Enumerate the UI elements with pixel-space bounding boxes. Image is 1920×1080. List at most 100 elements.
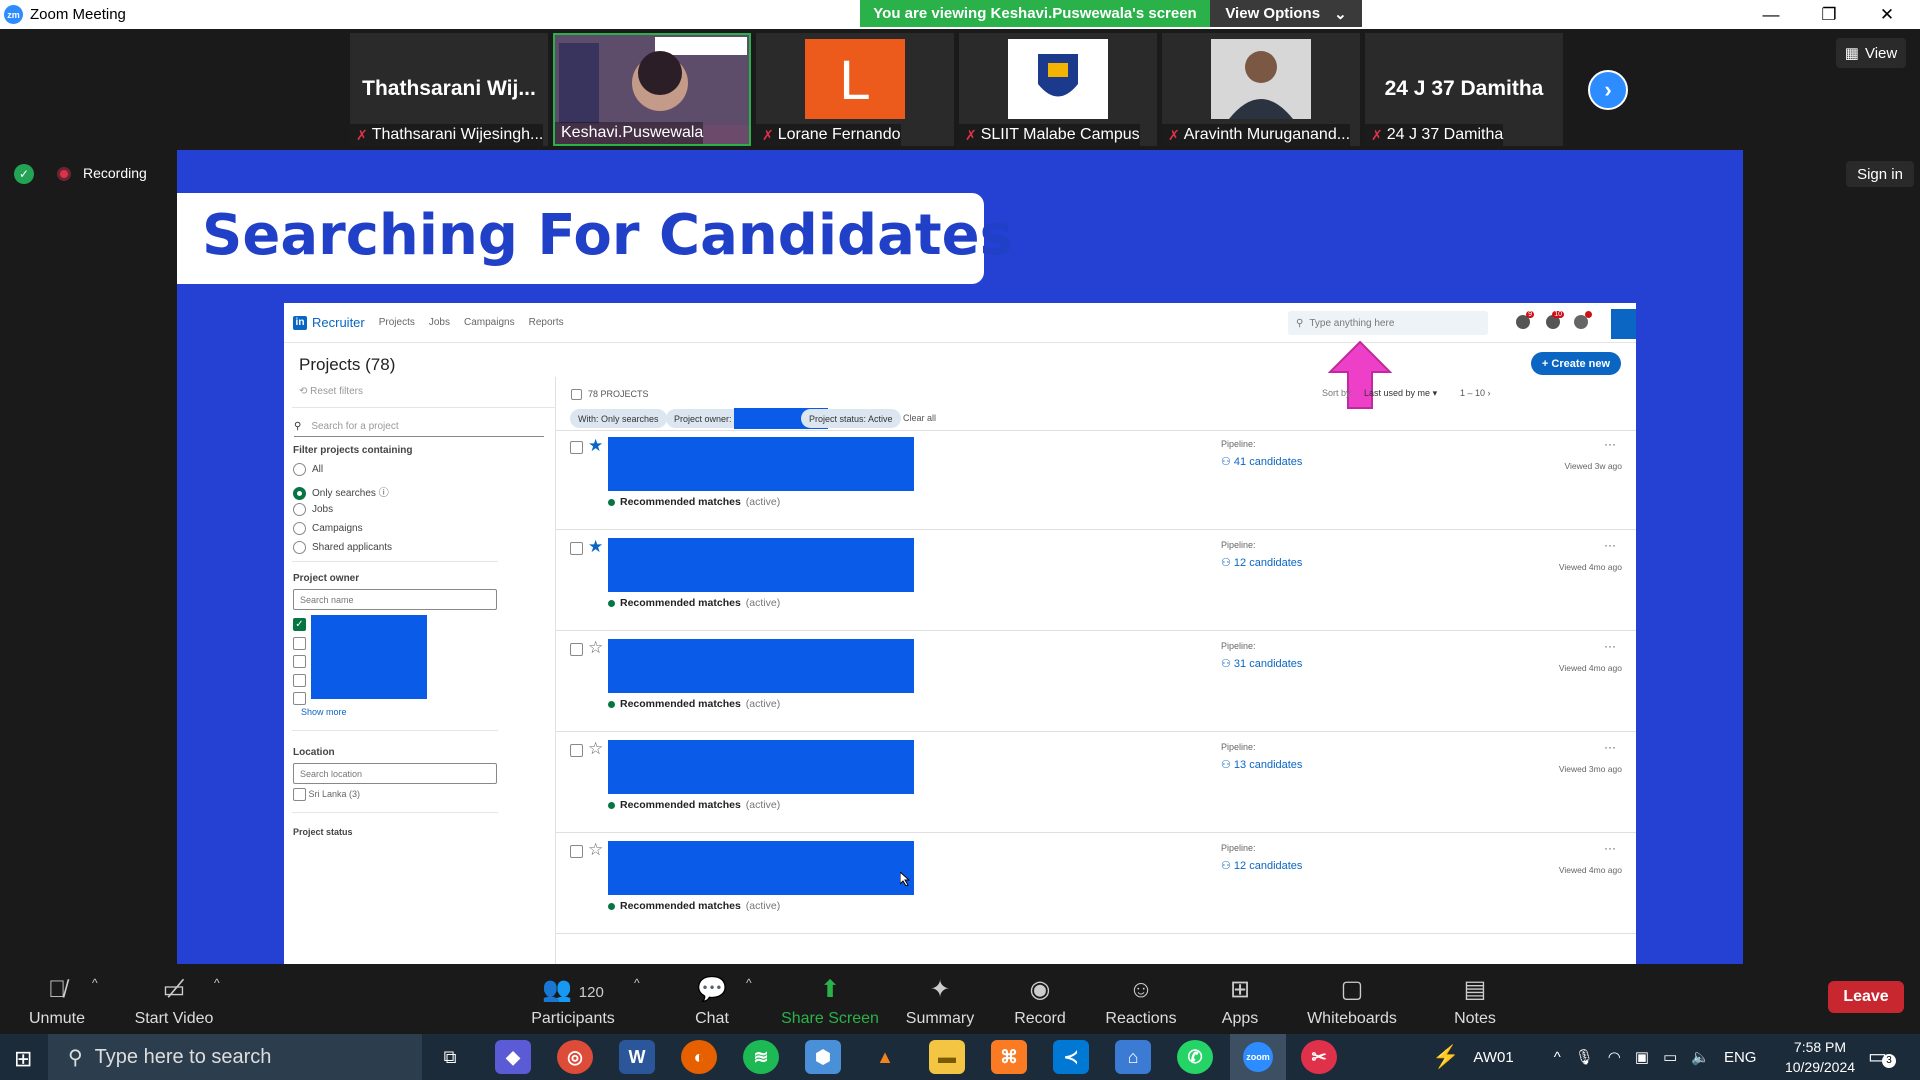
store-icon[interactable]: ⌂ (1115, 1040, 1151, 1074)
candidates-link[interactable]: ⚇ 12 candidates (1221, 556, 1302, 569)
recommended-matches[interactable]: Recommended matches (active) (608, 900, 780, 912)
more-options-icon[interactable]: ··· (1604, 437, 1616, 451)
owner-checkbox[interactable] (293, 692, 306, 705)
language-indicator[interactable]: ENG (1724, 1049, 1757, 1066)
recommended-matches[interactable]: Recommended matches (active) (608, 799, 780, 811)
candidates-link[interactable]: ⚇ 13 candidates (1221, 758, 1302, 771)
star-filled-icon[interactable]: ★ (588, 436, 603, 456)
chat-button[interactable]: 💬 Chat (680, 964, 744, 1034)
more-options-icon[interactable]: ··· (1604, 740, 1616, 754)
file-explorer-icon[interactable]: ▬ (929, 1040, 965, 1074)
owner-checkbox[interactable] (293, 674, 306, 687)
chip-with[interactable]: With: Only searches (570, 409, 667, 428)
project-row[interactable]: ★ Recommended matches (active) Pipeline: ⚇ 1… (556, 532, 1636, 631)
restore-button[interactable]: ❐ (1806, 0, 1852, 29)
encryption-shield-icon[interactable]: ✓ (14, 164, 34, 184)
taskbar-clock[interactable]: 7:58 PM 10/29/2024 (1760, 1034, 1880, 1080)
participant-tile[interactable]: ✗ SLIIT Malabe Campus (959, 33, 1157, 146)
participant-tile[interactable]: L ✗ Lorane Fernando (756, 33, 954, 146)
star-outline-icon[interactable]: ☆ (588, 840, 603, 860)
close-button[interactable]: ✕ (1864, 0, 1910, 29)
project-row[interactable]: ☆ Recommended matches (active) Pipeline: ⚇ 1… (556, 734, 1636, 833)
volume-icon[interactable]: 🔈 (1691, 1048, 1710, 1066)
reset-filters-link[interactable]: ⟲ Reset filters (299, 386, 363, 397)
location-option-sri-lanka[interactable]: Sri Lanka (3) (293, 788, 360, 801)
owner-checkbox[interactable] (293, 655, 306, 668)
row-checkbox[interactable] (570, 744, 583, 757)
recommended-matches[interactable]: Recommended matches (active) (608, 496, 780, 508)
sort-by-dropdown[interactable]: Last used by me ▾ (1364, 388, 1437, 399)
zoom-taskbar-item[interactable]: zoom (1230, 1034, 1286, 1080)
participant-tile[interactable]: ✗ Aravinth Muruganand... (1162, 33, 1360, 146)
start-video-button[interactable]: ▭̸ Start Video (128, 964, 220, 1034)
next-page-button[interactable]: › (1588, 70, 1628, 110)
row-checkbox[interactable] (570, 845, 583, 858)
candidates-link[interactable]: ⚇ 31 candidates (1221, 657, 1302, 670)
row-checkbox[interactable] (570, 643, 583, 656)
aw01-tray-icon[interactable]: ⚡ (1432, 1044, 1459, 1070)
star-outline-icon[interactable]: ☆ (588, 739, 603, 759)
filter-jobs[interactable]: Jobs (293, 503, 333, 516)
pagination[interactable]: 1 – 10 › (1460, 388, 1491, 398)
row-checkbox[interactable] (570, 441, 583, 454)
participant-tile[interactable]: 24 J 37 Damitha ✗ 24 J 37 Damitha (1365, 33, 1563, 146)
global-search-input[interactable]: ⚲ Type anything here (1288, 311, 1488, 335)
app-cube-icon[interactable]: ⬢ (805, 1040, 841, 1074)
wifi-icon[interactable]: ◠ (1608, 1048, 1621, 1066)
select-all-checkbox[interactable] (571, 389, 582, 400)
sign-in-button[interactable]: Sign in (1846, 161, 1914, 187)
more-options-icon[interactable]: ··· (1604, 639, 1616, 653)
nav-projects[interactable]: Projects (379, 317, 415, 328)
chat-caret-icon[interactable]: ^ (746, 976, 752, 990)
project-row[interactable]: ☆ Recommended matches (active) Pipeline: ⚇ 3… (556, 633, 1636, 732)
owner-checkbox-checked[interactable]: ✓ (293, 618, 306, 631)
battery-icon[interactable]: ▭ (1663, 1048, 1677, 1066)
project-row[interactable]: ☆ Recommended matches (active) Pipeline: ⚇ 1… (556, 835, 1636, 934)
reactions-button[interactable]: ☺ Reactions (1100, 964, 1182, 1034)
notifications-icon[interactable]: ▭ 3 (1868, 1044, 1896, 1069)
show-more-link[interactable]: Show more (301, 707, 347, 717)
participant-tile-active-speaker[interactable]: Keshavi.Puswewala (553, 33, 751, 146)
star-filled-icon[interactable]: ★ (588, 537, 603, 557)
recommended-matches[interactable]: Recommended matches (active) (608, 698, 780, 710)
nav-reports[interactable]: Reports (529, 317, 564, 328)
copilot-icon[interactable]: ◆ (495, 1040, 531, 1074)
task-view-icon[interactable]: ⧉ (432, 1040, 468, 1074)
view-options-button[interactable]: View Options ⌄ (1210, 0, 1362, 27)
recommended-matches[interactable]: Recommended matches (active) (608, 597, 780, 609)
tray-chevron-up-icon[interactable]: ^ (1554, 1049, 1561, 1066)
whiteboards-button[interactable]: ▢ Whiteboards (1300, 964, 1404, 1034)
search-name-input[interactable]: Search name (293, 589, 497, 610)
display-icon[interactable]: ▣ (1635, 1048, 1649, 1066)
notifications-icon[interactable]: 10 (1546, 311, 1564, 329)
participants-button[interactable]: 👥 120 Participants (522, 964, 624, 1034)
leave-button[interactable]: Leave (1828, 981, 1904, 1013)
filter-shared-applicants[interactable]: Shared applicants (293, 541, 392, 554)
screen-tool-icon[interactable]: ✂ (1301, 1040, 1337, 1074)
whatsapp-icon[interactable]: ✆ (1177, 1040, 1213, 1074)
unmute-button[interactable]: 🎙̸ Unmute (20, 964, 94, 1034)
vlc-icon[interactable]: ▲ (867, 1040, 903, 1074)
view-button[interactable]: ▦ View (1836, 38, 1906, 68)
video-options-caret-icon[interactable]: ^ (214, 976, 220, 990)
notes-button[interactable]: ▤ Notes (1444, 964, 1506, 1034)
recruiter-brand[interactable]: Recruiter (312, 315, 365, 330)
filter-all[interactable]: All (293, 463, 323, 476)
firefox-icon[interactable]: ◐ (681, 1040, 717, 1074)
participant-tile[interactable]: Thathsarani Wij... ✗ Thathsarani Wijesing… (350, 33, 548, 146)
clear-all-link[interactable]: Clear all (903, 413, 936, 423)
project-row[interactable]: ★ Recommended matches (active) Pipeline: ⚇ 4… (556, 431, 1636, 530)
spotify-icon[interactable]: ≋ (743, 1040, 779, 1074)
share-screen-button[interactable]: ⬆ Share Screen (780, 964, 880, 1034)
nav-campaigns[interactable]: Campaigns (464, 317, 515, 328)
summary-button[interactable]: ✦ Summary (900, 964, 980, 1034)
more-options-icon[interactable]: ··· (1604, 538, 1616, 552)
candidates-link[interactable]: ⚇ 12 candidates (1221, 859, 1302, 872)
chrome-icon[interactable]: ◎ (557, 1040, 593, 1074)
candidates-link[interactable]: ⚇ 41 candidates (1221, 455, 1302, 468)
audio-options-caret-icon[interactable]: ^ (92, 976, 98, 990)
messages-icon[interactable]: 9 (1516, 311, 1534, 329)
search-location-input[interactable]: Search location (293, 763, 497, 784)
taskbar-search-box[interactable]: ⚲ Type here to search (48, 1034, 422, 1080)
more-options-icon[interactable]: ··· (1604, 841, 1616, 855)
